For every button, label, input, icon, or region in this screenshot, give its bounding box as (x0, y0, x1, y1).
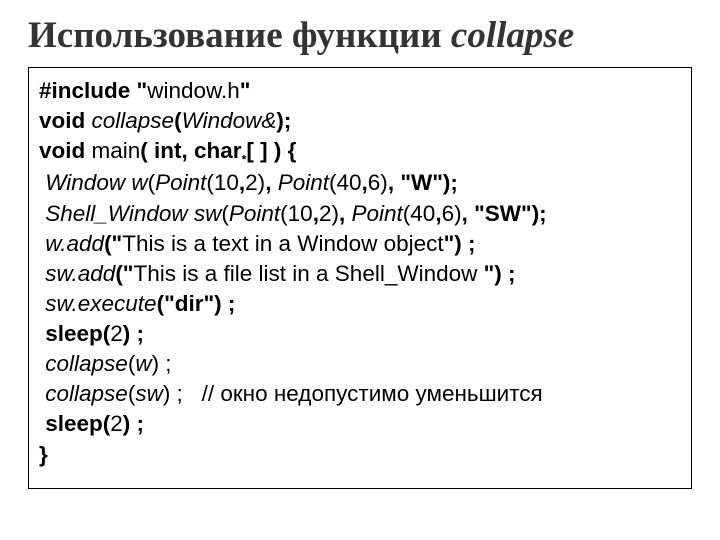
slide: Использование функции collapse #include … (0, 0, 720, 540)
code-comment: // окно недопустимо уменьшится (183, 381, 543, 406)
code-line: Window w(Point(10,2), Point(40,6), "W"); (39, 168, 681, 198)
title-keyword: collapse (451, 15, 574, 56)
code-line: w.add("This is a text in a Window object… (39, 229, 681, 259)
title-text: Использование функции (28, 15, 451, 56)
code-line: sleep(2) ; (39, 319, 681, 349)
code-line: sw.execute("dir") ; (39, 289, 681, 319)
code-line: Shell_Window sw(Point(10,2), Point(40,6)… (39, 199, 681, 229)
code-line: sw.add("This is a file list in a Shell_W… (39, 259, 681, 289)
code-line: void main( int, char*[ ] ) { (39, 136, 681, 168)
code-line: void collapse(Window&); (39, 106, 681, 136)
code-line: collapse(sw) ; // окно недопустимо умень… (39, 379, 681, 409)
code-line: sleep(2) ; (39, 409, 681, 439)
code-line: #include "window.h" (39, 76, 681, 106)
code-block: #include "window.h" void collapse(Window… (28, 67, 692, 489)
code-line: } (39, 440, 681, 470)
code-line: collapse(w) ; (39, 349, 681, 379)
slide-title: Использование функции collapse (28, 14, 692, 57)
